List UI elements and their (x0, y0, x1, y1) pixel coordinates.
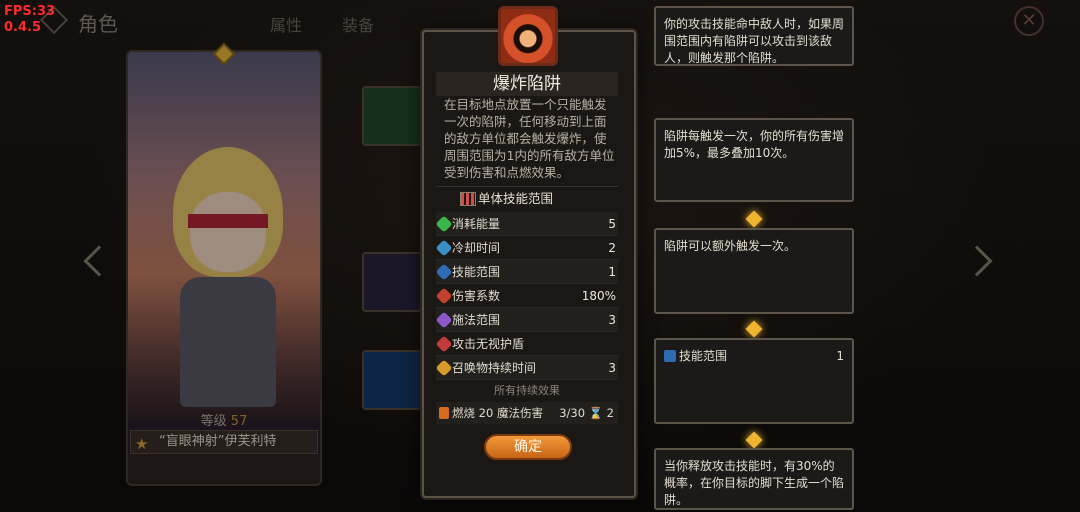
skill-description: 在目标地点放置一个只能触发一次的陷阱，任何移动到上面的敌方单位都会触发爆炸，使周… (444, 97, 615, 180)
damage-icon (435, 287, 453, 305)
stat-row: 召唤物持续时间 3 (435, 356, 618, 380)
fps-text: FPS:33 (4, 4, 56, 19)
tip-text: 当你释放攻击技能时，有30%的概率，在你目标的脚下生成一个陷阱。 (664, 459, 845, 507)
talent-tip-1: 你的攻击技能命中敌人时，如果周围范围内有陷阱可以攻击到该敌人，则触发那个陷阱。 (654, 6, 854, 66)
burn-icon (439, 407, 449, 419)
stat-row: 技能范围 1 (435, 260, 618, 284)
tip-text: 陷阱可以额外触发一次。 (664, 239, 797, 253)
stat-label: 消耗能量 (452, 217, 501, 231)
fps-counter: FPS:33 0.4.5 (4, 4, 55, 36)
stat-label: 攻击无视护盾 (452, 337, 525, 351)
ignore-shield-icon (435, 335, 453, 353)
range-grid-icon (460, 192, 476, 206)
confirm-button[interactable]: 确定 (484, 434, 572, 460)
talent-tip-3: 陷阱可以额外触发一次。 (654, 228, 854, 314)
stat-value: 3 (608, 361, 616, 375)
skill-stats: 消耗能量 5 冷却时间 2 技能范围 1 伤害系数 180% 施法范围 3 攻击无视护盾 … (435, 212, 618, 380)
tip-text: 技能范围 (679, 349, 728, 363)
stat-row: 施法范围 3 (435, 308, 618, 332)
range-type-row: 单体技能范围 (436, 186, 618, 210)
tip-text: 陷阱每触发一次，你的所有伤害增加5%，最多叠加10次。 (664, 129, 845, 160)
cast-range-icon (435, 311, 453, 329)
energy-icon (435, 215, 453, 233)
version-text: 0.4.5 (4, 20, 42, 35)
tip-value: 1 (836, 349, 844, 363)
continuous-effect-row: 燃烧 20 魔法伤害 3/30 ⌛ 2 (436, 402, 618, 424)
talent-tip-2: 陷阱每触发一次，你的所有伤害增加5%，最多叠加10次。 (654, 118, 854, 202)
talent-tip-5: 当你释放攻击技能时，有30%的概率，在你目标的脚下生成一个陷阱。 (654, 448, 854, 510)
explosion-trap-icon (498, 6, 558, 66)
stat-row: 消耗能量 5 (435, 212, 618, 236)
talent-tip-4: 技能范围 1 (654, 338, 854, 424)
skill-title: 爆炸陷阱 (436, 72, 618, 96)
range-type-label: 单体技能范围 (478, 191, 554, 206)
stat-label: 技能范围 (452, 265, 501, 279)
stat-row: 冷却时间 2 (435, 236, 618, 260)
summon-duration-icon (435, 359, 453, 377)
stat-label: 施法范围 (452, 313, 501, 327)
stat-row: 攻击无视护盾 (435, 332, 618, 356)
stat-value: 5 (608, 217, 616, 231)
skill-range-icon (664, 350, 676, 362)
cooldown-icon (435, 239, 453, 257)
stat-value: 3 (608, 313, 616, 327)
burn-label: 燃烧 20 魔法伤害 (452, 406, 543, 420)
skill-range-icon (435, 263, 453, 281)
burn-value: 3/30 ⌛ 2 (559, 406, 614, 420)
stat-row: 伤害系数 180% (435, 284, 618, 308)
stat-label: 冷却时间 (452, 241, 501, 255)
stat-value: 1 (608, 265, 616, 279)
stat-value: 2 (608, 241, 616, 255)
stat-label: 伤害系数 (452, 289, 501, 303)
stat-label: 召唤物持续时间 (452, 361, 537, 375)
continuous-effects-title: 所有持续效果 (494, 384, 560, 397)
tip-text: 你的攻击技能命中敌人时，如果周围范围内有陷阱可以攻击到该敌人，则触发那个陷阱。 (664, 17, 845, 65)
stat-value: 180% (581, 289, 616, 303)
